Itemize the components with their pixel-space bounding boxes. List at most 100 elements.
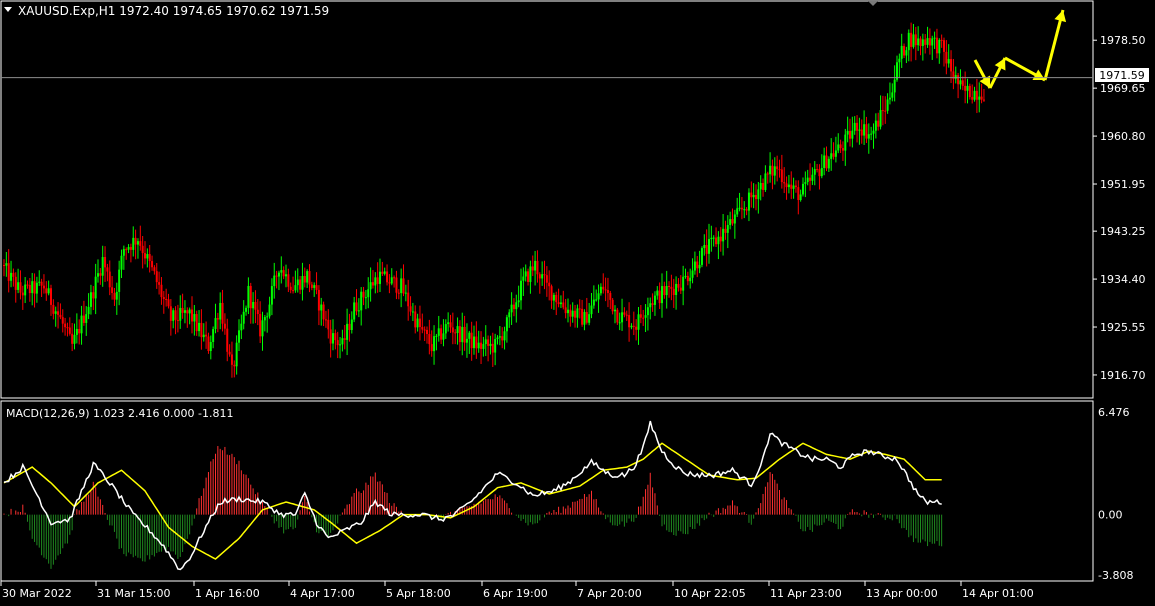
candle-body [134, 237, 137, 245]
candle-body [717, 236, 720, 245]
candle-body [708, 239, 710, 254]
candle-body [388, 282, 391, 284]
candle-body [606, 290, 609, 294]
price-tick-label: 1960.80 [1100, 130, 1146, 143]
candle-body [574, 310, 577, 318]
candle-body [665, 285, 668, 296]
candle-body [362, 291, 365, 298]
candle-body [926, 38, 929, 45]
candle-body [794, 185, 797, 188]
candle-body [503, 331, 506, 341]
trading-chart[interactable]: XAUUSD.Exp,H1 1972.40 1974.65 1970.62 19… [0, 0, 1155, 602]
candle-body [874, 120, 877, 131]
candle-body [790, 184, 793, 189]
candle-body [576, 308, 579, 318]
candle-body [153, 267, 156, 272]
candle-body [903, 45, 906, 56]
candle-body [256, 309, 259, 315]
candle-body [115, 291, 118, 300]
candle-body [249, 285, 252, 309]
candle-body [104, 257, 107, 268]
candle-body [35, 282, 38, 294]
candle-body [508, 312, 511, 318]
candle-body [223, 323, 226, 329]
candle-body [588, 314, 591, 323]
candle-body [7, 263, 10, 281]
candle-body [475, 336, 478, 349]
candle-body [176, 319, 179, 321]
candle-body [242, 311, 245, 324]
candle-body [811, 174, 814, 181]
candle-body [61, 317, 64, 324]
candle-body [656, 290, 659, 296]
candle-body [820, 167, 823, 177]
candle-body [672, 288, 675, 295]
candle-body [136, 241, 139, 245]
candle-body [762, 182, 765, 190]
candle-body [306, 271, 309, 283]
candle-body [473, 336, 475, 349]
candle-body [393, 277, 396, 279]
candle-body [494, 339, 497, 353]
candle-body [642, 317, 645, 319]
candle-body [465, 338, 468, 343]
candle-body [722, 228, 725, 242]
candle-body [651, 303, 654, 305]
candle-body [341, 338, 344, 345]
candle-body [604, 289, 607, 291]
candle-body [404, 292, 407, 294]
candle-body [395, 277, 398, 293]
candle-body [886, 99, 889, 111]
candle-body [872, 130, 875, 134]
candle-body [322, 304, 325, 320]
candle-body [28, 284, 31, 294]
candle-body [14, 276, 17, 290]
candle-body [360, 291, 363, 311]
candle-body [444, 324, 447, 334]
macd-tick-label: -3.808 [1098, 569, 1133, 582]
candle-body [202, 334, 205, 338]
candle-body [783, 182, 786, 184]
candle-body [691, 270, 694, 278]
candle-body [649, 303, 652, 308]
candle-body [912, 34, 915, 47]
candle-body [879, 110, 882, 127]
candle-body [522, 276, 525, 281]
candle-body [451, 327, 454, 333]
candle-body [200, 322, 203, 338]
symbol-header: XAUUSD.Exp,H1 1972.40 1974.65 1970.62 19… [18, 4, 329, 18]
candle-body [959, 80, 962, 85]
projection-arrow-head [1054, 10, 1067, 23]
candle-body [238, 330, 240, 343]
candle-body [50, 288, 52, 305]
scroll-marker-icon[interactable] [868, 1, 878, 6]
candle-body [813, 169, 816, 175]
candle-body [292, 290, 295, 292]
chart-canvas[interactable]: XAUUSD.Exp,H1 1972.40 1974.65 1970.62 19… [0, 0, 1155, 602]
candle-body [480, 342, 483, 349]
candle-body [757, 189, 760, 200]
candle-body [978, 96, 981, 100]
candle-body [350, 319, 353, 331]
candle-body [609, 293, 612, 300]
candle-body [736, 208, 739, 215]
candle-body [10, 272, 13, 281]
candle-body [355, 302, 358, 312]
candle-body [240, 323, 243, 331]
candle-body [162, 297, 165, 300]
collapse-triangle-icon[interactable] [4, 7, 12, 12]
candle-body [827, 158, 830, 169]
candle-body [884, 110, 887, 112]
candle-body [303, 276, 306, 283]
candle-body [797, 187, 800, 201]
candle-body [905, 50, 908, 56]
candle-body [719, 236, 722, 242]
candle-body [12, 272, 15, 277]
candle-body [940, 39, 943, 41]
candle-body [400, 278, 403, 294]
candle-body [261, 320, 264, 337]
candle-body [426, 330, 428, 335]
candle-body [954, 75, 957, 79]
candle-body [59, 314, 62, 318]
candle-body [169, 306, 172, 321]
